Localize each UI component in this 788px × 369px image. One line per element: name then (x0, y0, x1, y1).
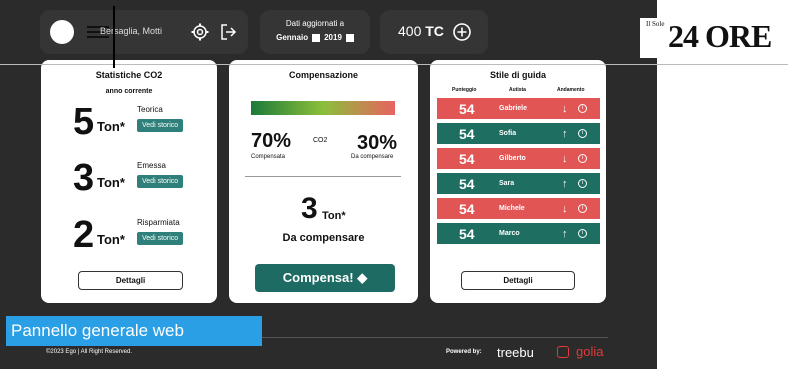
info-icon[interactable]: i (578, 104, 587, 113)
card-title: Stile di guida (489, 70, 546, 80)
info-icon[interactable]: i (578, 154, 587, 163)
stat-unit: Ton* (97, 232, 125, 247)
info-icon[interactable]: i (578, 229, 587, 238)
caption-banner: Pannello generale web (6, 316, 262, 346)
divider (245, 176, 401, 177)
to-compensate-percent: 30% (357, 132, 398, 154)
remaining-value: 3 (301, 192, 318, 225)
guide-line-vertical (113, 6, 115, 68)
driver-name: Sara (499, 180, 515, 187)
driver-name: Gilberto (499, 155, 526, 162)
col-score-header: Punteggio (452, 87, 477, 93)
co2-stats-card: Statistiche CO2 anno corrente 5 Ton* Teo… (41, 60, 217, 303)
trend-down-icon: ↓ (562, 202, 568, 215)
history-button[interactable]: Vedi storico (137, 119, 184, 132)
add-circle-icon[interactable] (452, 22, 472, 42)
trend-down-icon: ↓ (562, 102, 568, 115)
remaining-unit: Ton* (322, 210, 346, 222)
dashboard-screen: Bersaglia, Motti Dati aggiornati a Genna… (0, 0, 657, 369)
month-dropdown-icon[interactable] (312, 33, 321, 42)
powered-by-label: Powered by: (446, 349, 482, 355)
co2-label: CO2 (313, 137, 328, 144)
compensated-label: Compensata (251, 154, 286, 160)
stat-teorica: 5 Ton* Teorica Vedi storico (73, 102, 223, 142)
stat-unit: Ton* (97, 119, 125, 134)
user-bar: Bersaglia, Motti (40, 10, 248, 54)
avatar[interactable] (50, 20, 74, 44)
info-icon[interactable]: i (578, 129, 587, 138)
driving-style-card: Stile di guida Punteggio Autista Andamen… (430, 60, 606, 303)
copyright: ©2023 Ego | All Right Reserved. (46, 349, 133, 355)
treebu-logo: treebu (497, 345, 534, 360)
stat-value: 3 (73, 157, 95, 199)
stat-label: Emessa (137, 161, 166, 170)
trend-up-icon: ↑ (562, 127, 568, 140)
driver-row[interactable]: 54 Sofia ↑ i (437, 123, 600, 144)
card-title: Statistiche CO2 (95, 70, 163, 80)
date-year[interactable]: 2019 (324, 33, 342, 42)
remaining-label: Da compensare (282, 232, 365, 244)
compensate-button-label: Compensa! (282, 270, 354, 285)
tc-value: 400 (398, 23, 422, 39)
col-driver-header: Autista (509, 87, 526, 93)
stat-value: 2 (73, 214, 95, 256)
card-title: Compensazione (288, 70, 358, 80)
date-panel: Dati aggiornati a Gennaio 2019 (260, 10, 370, 54)
trend-up-icon: ↑ (562, 227, 568, 240)
driver-row[interactable]: 54 Gilberto ↓ i (437, 148, 600, 169)
compensated-percent: 70% (251, 130, 292, 152)
driver-row[interactable]: 54 Marco ↑ i (437, 223, 600, 244)
history-button[interactable]: Vedi storico (137, 175, 184, 188)
stat-label: Teorica (137, 105, 163, 114)
trend-up-icon: ↑ (562, 177, 568, 190)
logo-big-text: 24 ORE (668, 18, 772, 54)
info-icon[interactable]: i (578, 179, 587, 188)
history-button[interactable]: Vedi storico (137, 232, 184, 245)
golia-logo: golia (576, 344, 604, 359)
tc-unit: TC (425, 23, 444, 39)
sole-24-ore-logo: Il Sole 24 ORE (640, 18, 788, 58)
info-icon[interactable]: i (578, 204, 587, 213)
compensation-progress-bar (251, 101, 395, 115)
driver-row[interactable]: 54 Gabriele ↓ i (437, 98, 600, 119)
date-title: Dati aggiornati a (285, 19, 345, 28)
col-trend-header: Andamento (557, 87, 585, 93)
date-month[interactable]: Gennaio (276, 33, 308, 42)
gear-icon[interactable] (190, 22, 210, 42)
driver-score: 54 (459, 150, 475, 167)
driver-name: Gabriele (499, 105, 528, 112)
compensate-button[interactable]: Compensa! ◆ (255, 264, 395, 292)
driver-name: Sofia (499, 130, 517, 137)
golia-icon (557, 346, 569, 358)
trend-down-icon: ↓ (562, 152, 568, 165)
tc-balance: 400 TC (380, 10, 488, 54)
details-button[interactable]: Dettagli (78, 271, 183, 290)
driver-name: Marco (499, 230, 520, 237)
driver-name: Michele (499, 205, 525, 212)
to-compensate-label: Da compensare (351, 154, 394, 160)
leaf-icon: ◆ (357, 270, 368, 285)
stat-value: 5 (73, 101, 95, 143)
logout-icon[interactable] (218, 22, 238, 42)
drivers-table: 54 Gabriele ↓ i 54 Sofia ↑ i 54 Gilberto… (437, 98, 600, 248)
details-button[interactable]: Dettagli (461, 271, 575, 290)
guide-line-horizontal (0, 64, 788, 65)
year-dropdown-icon[interactable] (345, 33, 354, 42)
stat-risparmiata: 2 Ton* Risparmiata Vedi storico (73, 215, 223, 255)
driver-score: 54 (459, 200, 475, 217)
driver-score: 54 (459, 225, 475, 242)
driver-score: 54 (459, 125, 475, 142)
stat-label: Risparmiata (137, 218, 180, 227)
logo-small-text: Il Sole (646, 20, 665, 28)
driver-row[interactable]: 54 Sara ↑ i (437, 173, 600, 194)
compensation-card: Compensazione 70% Compensata CO2 30% Da … (229, 60, 418, 303)
stat-unit: Ton* (97, 175, 125, 190)
driver-row[interactable]: 54 Michele ↓ i (437, 198, 600, 219)
card-subtitle: anno corrente (105, 88, 153, 95)
user-name: Bersaglia, Motti (100, 26, 163, 36)
stat-emessa: 3 Ton* Emessa Vedi storico (73, 158, 223, 198)
driver-score: 54 (459, 100, 475, 117)
driver-score: 54 (459, 175, 475, 192)
